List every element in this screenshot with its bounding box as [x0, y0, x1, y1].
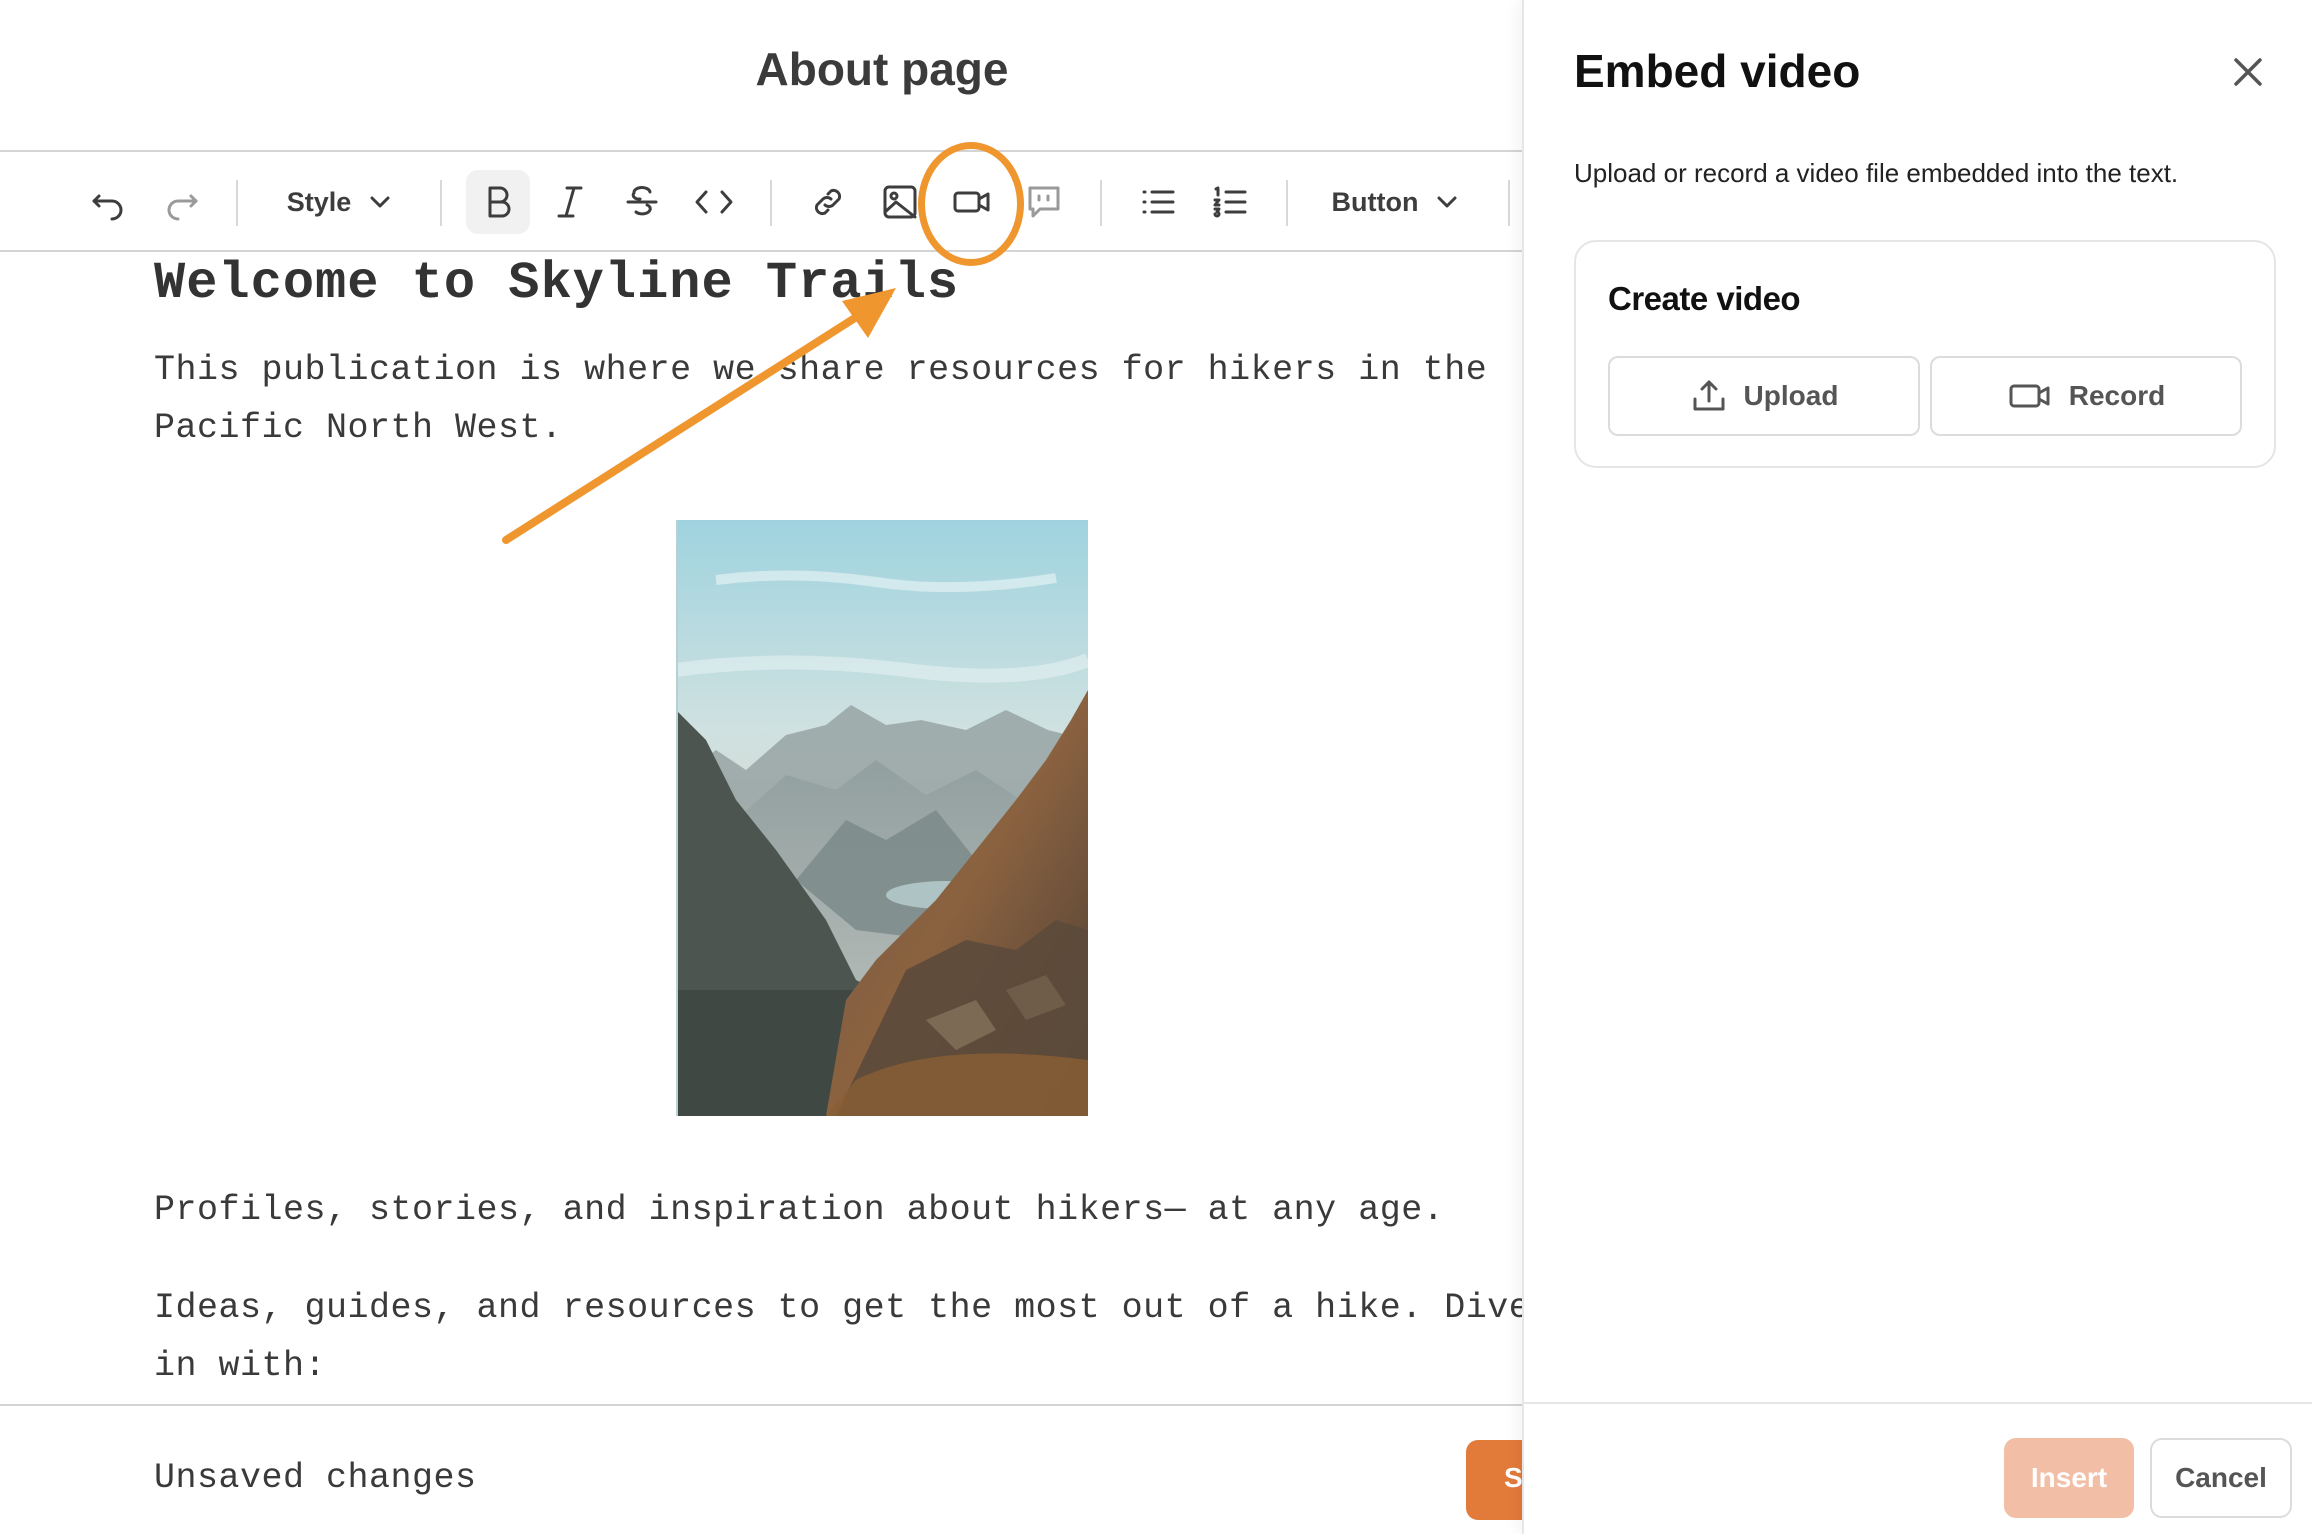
create-video-card: Create video Upload Record	[1574, 240, 2276, 468]
toolbar-divider	[1508, 180, 1510, 226]
record-button[interactable]: Record	[1930, 356, 2242, 436]
button-dropdown[interactable]: Button	[1326, 170, 1466, 234]
cancel-button[interactable]: Cancel	[2150, 1438, 2292, 1518]
insert-button[interactable]: Insert	[2004, 1438, 2134, 1518]
upload-icon	[1693, 380, 1725, 411]
formatting-toolbar: Style Button	[0, 150, 1522, 252]
strikethrough-icon	[626, 185, 658, 216]
panel-footer: Insert Cancel	[1524, 1402, 2312, 1534]
upload-button[interactable]: Upload	[1608, 356, 1920, 436]
style-dropdown[interactable]: Style	[280, 170, 400, 234]
undo-button[interactable]	[76, 170, 140, 234]
redo-icon	[167, 194, 198, 221]
undo-icon	[92, 194, 123, 221]
paragraph-intro-line-2[interactable]: Pacific North West.	[154, 400, 563, 457]
link-button[interactable]	[796, 170, 860, 234]
page-title: About page	[755, 43, 1009, 95]
embed-video-panel: Embed video Upload or record a video fil…	[1522, 0, 2312, 1534]
paragraph-profiles[interactable]: Profiles, stories, and inspiration about…	[154, 1182, 1444, 1239]
toolbar-divider	[1286, 180, 1288, 226]
panel-description: Upload or record a video file embedded i…	[1574, 158, 2179, 188]
highlight-circle	[918, 142, 1024, 266]
create-video-title: Create video	[1608, 280, 1801, 317]
code-icon	[695, 190, 733, 214]
italic-button[interactable]	[538, 170, 602, 234]
chevron-down-icon	[370, 196, 390, 208]
numbered-list-button[interactable]	[1198, 170, 1262, 234]
paragraph-intro-line-1[interactable]: This publication is where we share resou…	[154, 342, 1487, 399]
chevron-down-icon	[1437, 196, 1457, 208]
bold-button[interactable]	[466, 170, 530, 234]
video-camera-icon	[2009, 384, 2050, 408]
style-dropdown-label: Style	[286, 186, 352, 217]
editor-area: About page Style Button Welcome to Skyli…	[0, 0, 1522, 1534]
unsaved-status: Unsaved changes	[154, 1458, 477, 1498]
italic-icon	[557, 186, 583, 218]
toolbar-divider	[440, 180, 442, 226]
save-button[interactable]: S	[1466, 1440, 1522, 1520]
bulleted-list-button[interactable]	[1126, 170, 1190, 234]
document-heading[interactable]: Welcome to Skyline Trails	[154, 254, 959, 313]
numbered-list-icon	[1213, 186, 1247, 218]
mountain-photo[interactable]	[676, 520, 1088, 1116]
toolbar-divider	[770, 180, 772, 226]
upload-label: Upload	[1743, 380, 1839, 411]
comment-icon	[1028, 186, 1060, 218]
image-icon	[883, 185, 917, 219]
strikethrough-button[interactable]	[610, 170, 674, 234]
link-icon	[814, 188, 842, 216]
code-button[interactable]	[682, 170, 746, 234]
redo-button[interactable]	[150, 170, 214, 234]
paragraph-ideas-line-1[interactable]: Ideas, guides, and resources to get the …	[154, 1280, 1522, 1337]
close-icon	[2234, 58, 2262, 86]
button-dropdown-label: Button	[1331, 186, 1419, 217]
bulleted-list-icon	[1142, 190, 1175, 214]
record-label: Record	[2068, 380, 2166, 411]
paragraph-ideas-line-2[interactable]: in with:	[154, 1338, 326, 1395]
toolbar-divider	[236, 180, 238, 226]
editor-footer: Unsaved changes S	[0, 1404, 1522, 1534]
bold-icon	[488, 186, 511, 218]
panel-title: Embed video	[1574, 45, 1861, 97]
toolbar-divider	[1100, 180, 1102, 226]
close-button[interactable]	[2224, 48, 2272, 96]
